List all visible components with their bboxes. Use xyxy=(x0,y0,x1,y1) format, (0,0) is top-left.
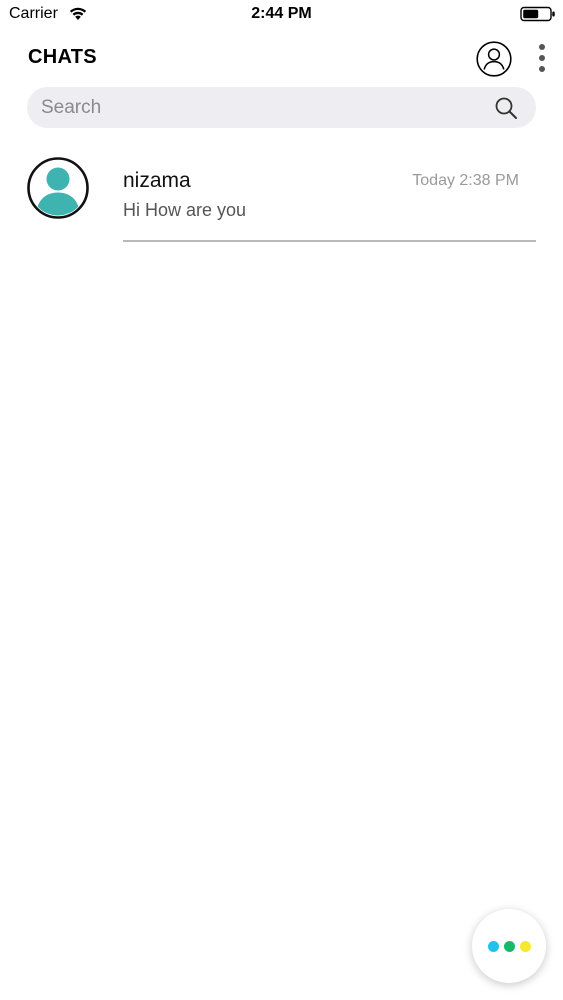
search-bar xyxy=(27,87,536,128)
user-circle-icon xyxy=(476,41,512,77)
page-title: CHATS xyxy=(28,46,97,68)
fab-dot-blue xyxy=(488,941,499,952)
last-message-preview: Hi How are you xyxy=(123,200,247,220)
divider xyxy=(123,240,536,242)
search-icon[interactable] xyxy=(494,96,518,120)
more-options-button[interactable] xyxy=(530,42,554,76)
user-avatar-icon xyxy=(27,157,89,219)
profile-button[interactable] xyxy=(476,41,512,77)
status-time: 2:44 PM xyxy=(251,5,312,22)
vertical-ellipsis-icon xyxy=(539,44,545,72)
status-bar: Carrier 2:44 PM xyxy=(0,0,563,30)
battery-icon xyxy=(520,6,555,22)
fab-dot-yellow xyxy=(520,941,531,952)
chat-list-item[interactable]: nizama Today 2:38 PM Hi How are you xyxy=(0,148,563,244)
fab-dot-green xyxy=(504,941,515,952)
contact-name: nizama xyxy=(123,169,191,192)
chat-timestamp: Today 2:38 PM xyxy=(412,172,519,189)
search-input[interactable] xyxy=(41,87,481,128)
floating-action-button[interactable] xyxy=(472,909,546,983)
